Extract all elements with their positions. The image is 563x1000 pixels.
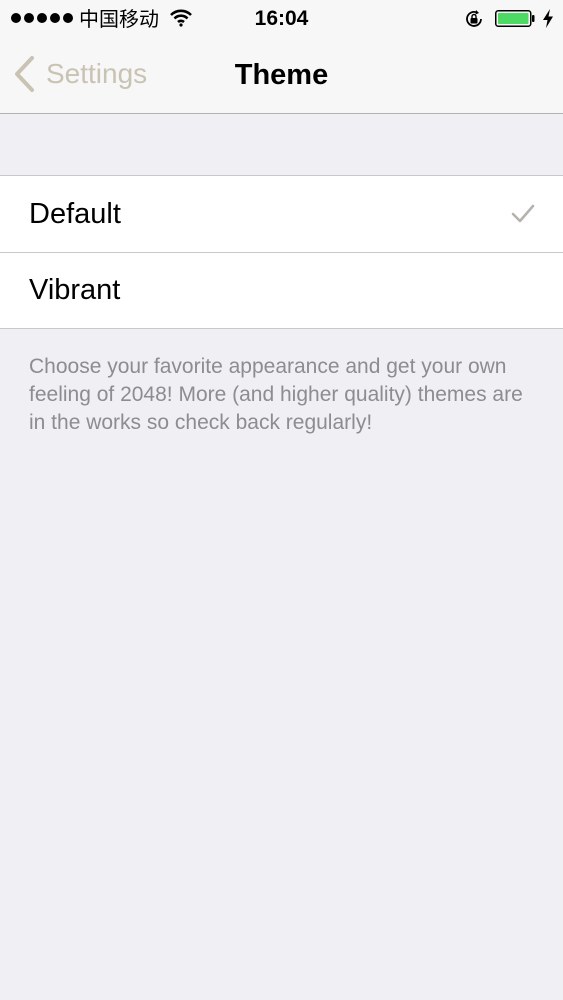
battery-icon <box>495 10 535 27</box>
back-button[interactable]: Settings <box>12 52 147 96</box>
theme-footer-description: Choose your favorite appearance and get … <box>29 355 523 434</box>
navigation-bar: Settings Theme <box>0 38 563 114</box>
charging-bolt-icon <box>543 9 553 28</box>
back-button-label: Settings <box>46 58 148 89</box>
theme-option-label: Default <box>29 197 121 230</box>
theme-screen: 中国移动 16:04 Settings Theme Default Vibran… <box>0 0 563 1000</box>
rotation-lock-icon <box>466 10 482 27</box>
status-bar: 中国移动 16:04 <box>0 0 563 38</box>
theme-option-vibrant[interactable]: Vibrant <box>0 252 563 328</box>
theme-option-default[interactable]: Default <box>0 176 563 252</box>
chevron-left-icon <box>15 56 34 92</box>
checkmark-icon <box>511 204 535 223</box>
theme-list: Default Vibrant <box>0 175 563 329</box>
theme-option-label: Vibrant <box>29 273 121 306</box>
